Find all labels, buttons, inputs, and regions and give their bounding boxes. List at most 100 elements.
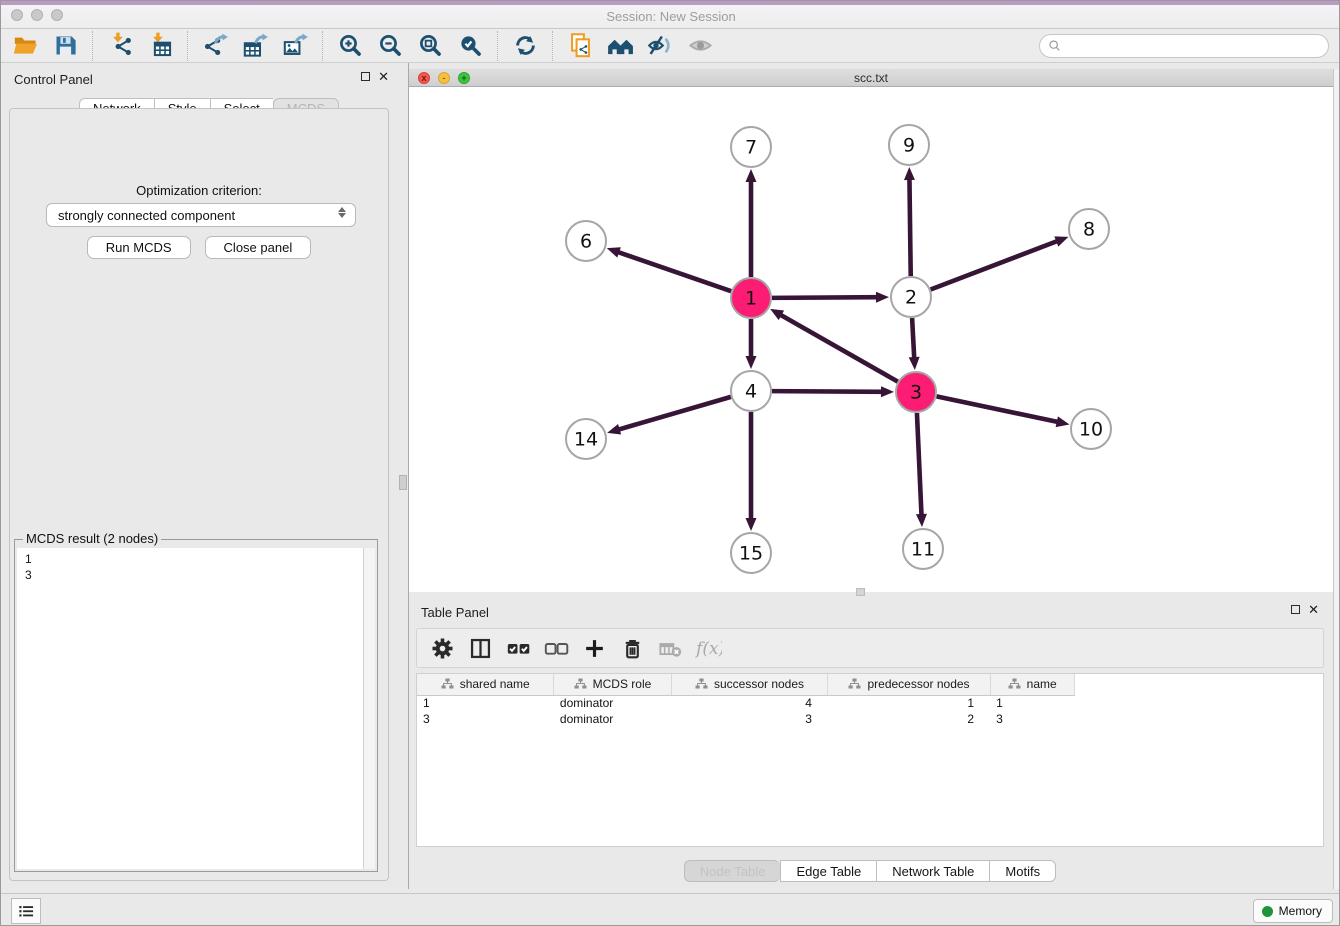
zoom-in-icon	[337, 32, 364, 59]
add-column-button[interactable]	[577, 632, 611, 664]
toolbar-separator	[497, 31, 498, 61]
run-mcds-button[interactable]: Run MCDS	[87, 236, 191, 259]
table-cell[interactable]: 1	[417, 695, 554, 711]
toolbar-separator	[322, 31, 323, 61]
graph-edge-3-10[interactable]	[937, 396, 1059, 422]
save-session-icon	[52, 32, 79, 59]
tab-node-table[interactable]: Node Table	[684, 860, 781, 882]
function-builder-icon: f(x)	[695, 635, 722, 662]
memory-button[interactable]: Memory	[1253, 899, 1333, 923]
import-network-button[interactable]	[100, 30, 140, 62]
columns-button[interactable]	[463, 632, 497, 664]
table-cell[interactable]: 1	[828, 695, 990, 711]
graph-edge-2-8[interactable]	[931, 241, 1059, 290]
column-header-shared-name[interactable]: shared name	[417, 674, 554, 695]
table-cell-filler	[1074, 711, 1323, 727]
vertical-splitter[interactable]	[397, 63, 409, 889]
table-cell[interactable]: 3	[671, 711, 828, 727]
graph-edge-4-14[interactable]	[618, 397, 731, 430]
import-table-button[interactable]	[140, 30, 180, 62]
table-cell[interactable]: 3	[990, 711, 1074, 727]
mcds-result-value: 1	[25, 551, 363, 567]
search-box[interactable]	[1039, 34, 1329, 58]
network-canvas[interactable]: 7968124314101511	[409, 87, 1333, 592]
main-toolbar	[1, 29, 1340, 63]
select-all-columns-button[interactable]	[501, 632, 535, 664]
column-header-MCDS-role[interactable]: MCDS role	[554, 674, 671, 695]
table-toolbar: f(x)	[416, 628, 1324, 668]
table-cell[interactable]: dominator	[554, 711, 671, 727]
export-network-button[interactable]	[195, 30, 235, 62]
mcds-result-list[interactable]: 13	[17, 548, 363, 869]
table-row[interactable]: 3dominator323	[417, 711, 1323, 727]
table-cell[interactable]: dominator	[554, 695, 671, 711]
open-session-icon	[12, 32, 39, 59]
delete-table-icon	[657, 635, 684, 662]
table-panel-close-icon[interactable]: ✕	[1308, 605, 1319, 614]
export-table-button[interactable]	[235, 30, 275, 62]
zoom-selected-icon	[457, 32, 484, 59]
export-image-button[interactable]	[275, 30, 315, 62]
table-cell[interactable]: 4	[671, 695, 828, 711]
tab-motifs[interactable]: Motifs	[989, 860, 1056, 882]
graph-node-label: 3	[910, 382, 922, 404]
graph-edge-1-2[interactable]	[772, 297, 878, 298]
control-panel-float-icon[interactable]	[361, 72, 370, 81]
vertical-splitter-grip[interactable]	[399, 475, 407, 490]
zoom-fit-button[interactable]	[410, 30, 450, 62]
mcds-result-scrollbar[interactable]	[363, 548, 375, 869]
zoom-out-button[interactable]	[370, 30, 410, 62]
tab-edge-table[interactable]: Edge Table	[780, 860, 876, 882]
graph-edge-3-11[interactable]	[917, 413, 922, 516]
graph-edge-4-3[interactable]	[772, 391, 883, 392]
column-header-name[interactable]: name	[990, 674, 1074, 695]
zoom-selected-button[interactable]	[450, 30, 490, 62]
settings-icon	[429, 635, 456, 662]
add-column-icon	[581, 635, 608, 662]
graph-edge-2-3[interactable]	[912, 318, 914, 359]
toolbar-separator	[552, 31, 553, 61]
horizontal-splitter-grip[interactable]	[856, 588, 865, 596]
search-input[interactable]	[1063, 36, 1328, 56]
toolbar-separator	[187, 31, 188, 61]
close-panel-button[interactable]: Close panel	[205, 236, 312, 259]
edge-arrowhead-icon	[876, 292, 889, 303]
import-network-icon	[107, 32, 134, 59]
graph-edge-1-6[interactable]	[617, 252, 731, 291]
settings-button[interactable]	[425, 632, 459, 664]
table-cell[interactable]: 2	[828, 711, 990, 727]
graph-node-label: 2	[905, 287, 917, 309]
memory-label: Memory	[1279, 904, 1322, 918]
task-history-button[interactable]	[11, 898, 41, 924]
column-header-successor-nodes[interactable]: successor nodes	[671, 674, 828, 695]
save-session-button[interactable]	[45, 30, 85, 62]
apply-layout-button[interactable]	[505, 30, 545, 62]
table-cell[interactable]: 3	[417, 711, 554, 727]
hide-selected-button[interactable]	[640, 30, 680, 62]
show-all-icon	[687, 32, 714, 59]
network-file-title: scc.txt	[409, 69, 1333, 87]
table-panel-title: Table Panel	[421, 605, 489, 620]
tab-network-table[interactable]: Network Table	[876, 860, 989, 882]
new-network-from-selection-button[interactable]	[560, 30, 600, 62]
node-table: shared nameMCDS rolesuccessor nodesprede…	[416, 673, 1324, 846]
graph-edge-3-1[interactable]	[780, 314, 898, 381]
list-icon	[16, 901, 36, 921]
table-panel-float-icon[interactable]	[1291, 605, 1300, 614]
criterion-select[interactable]: strongly connected component	[46, 203, 356, 227]
mcds-homes-button[interactable]	[600, 30, 640, 62]
show-all-button[interactable]	[680, 30, 720, 62]
deselect-all-columns-button[interactable]	[539, 632, 573, 664]
export-network-icon	[202, 32, 229, 59]
mcds-result-value: 3	[25, 567, 363, 583]
function-builder-button: f(x)	[691, 632, 725, 664]
open-session-button[interactable]	[5, 30, 45, 62]
control-panel-close-icon[interactable]: ✕	[378, 72, 389, 81]
table-cell[interactable]: 1	[990, 695, 1074, 711]
svg-text:f(x): f(x)	[695, 638, 722, 658]
table-row[interactable]: 1dominator411	[417, 695, 1323, 711]
column-header-predecessor-nodes[interactable]: predecessor nodes	[828, 674, 990, 695]
zoom-in-button[interactable]	[330, 30, 370, 62]
graph-edge-2-9[interactable]	[909, 178, 910, 276]
delete-column-button[interactable]	[615, 632, 649, 664]
